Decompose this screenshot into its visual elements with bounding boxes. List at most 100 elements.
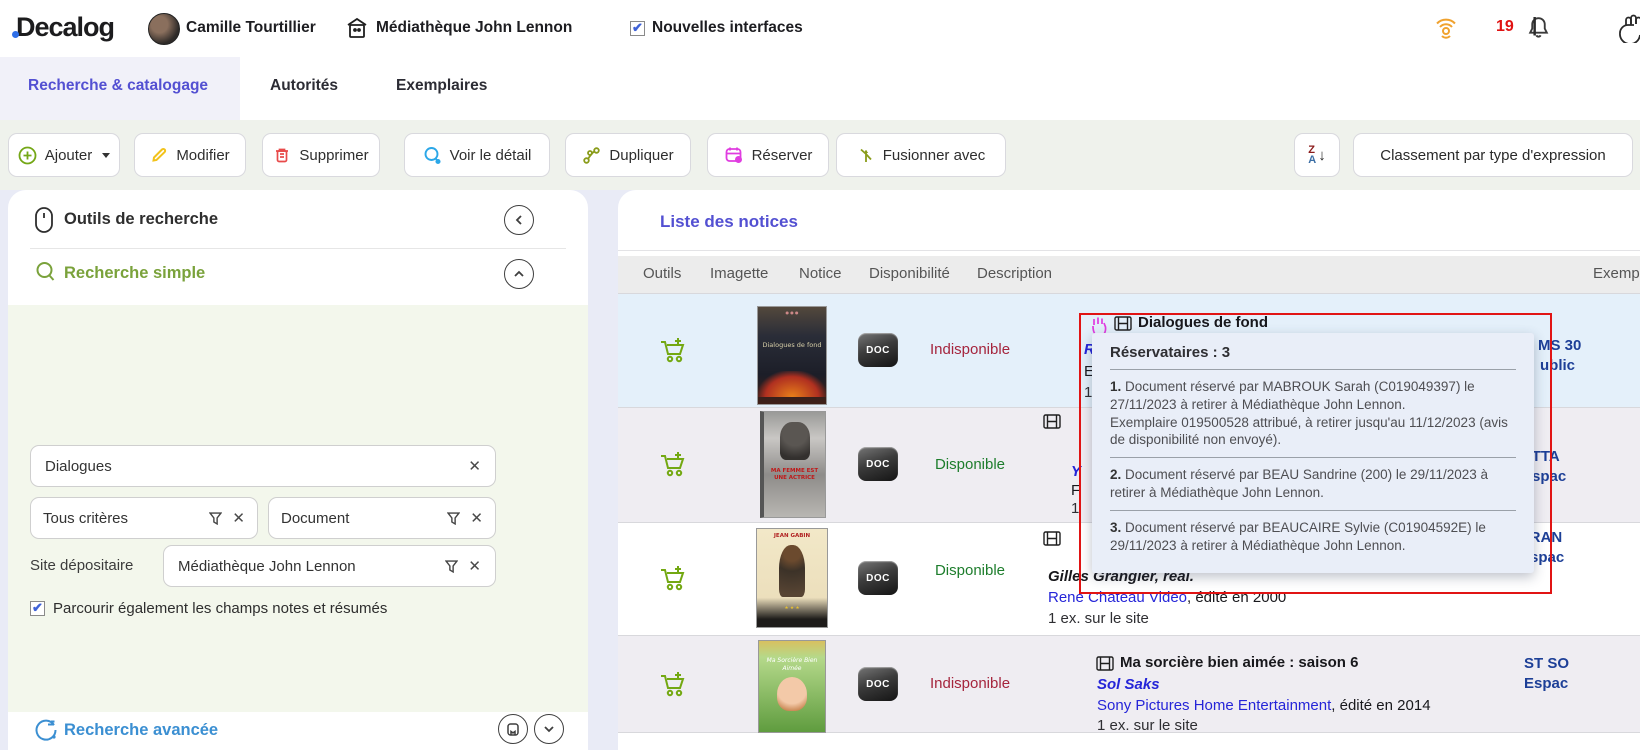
edit-label: Modifier <box>176 147 229 164</box>
avatar[interactable] <box>148 13 180 45</box>
save-search-button[interactable] <box>498 714 528 744</box>
entry-text: Document réservé par BEAUCAIRE Sylvie (C… <box>1110 520 1486 553</box>
reserve-button[interactable]: Réserver <box>707 133 829 177</box>
entry-number: 2. <box>1110 467 1121 482</box>
doc-type-badge: DOC <box>858 667 898 701</box>
decalog-logo[interactable]: Decalog <box>16 12 114 43</box>
film-icon <box>1043 531 1061 546</box>
film-icon <box>1096 656 1114 671</box>
record-title: Ma sorcière bien aimée : saison 6 <box>1120 654 1358 671</box>
cover-thumbnail[interactable]: Ma Sorcière Bien Aimée <box>758 640 826 733</box>
library-building-icon <box>344 15 370 41</box>
clear-doc-type-icon[interactable]: ✕ <box>470 509 483 527</box>
advanced-search-title[interactable]: Recherche avancée <box>64 721 218 740</box>
tab-autorites[interactable]: Autorités <box>270 77 338 95</box>
cover-thumbnail[interactable]: ● ● ● Dialogues de fond <box>757 306 827 405</box>
add-to-basket-icon[interactable] <box>658 670 688 698</box>
availability-status: Indisponible <box>905 341 1035 358</box>
record-publisher-line: Rene Chateau Video, édité en 2000 <box>1048 589 1286 606</box>
bookmark-icon <box>507 723 519 736</box>
merge-icon <box>857 146 875 165</box>
reservations-tooltip: Réservataires : 3 1. Document réservé pa… <box>1092 333 1534 573</box>
add-label: Ajouter <box>45 147 93 164</box>
table-header: Outils Imagette Notice Disponibilité Des… <box>618 256 1640 293</box>
divider <box>618 250 1640 251</box>
expand-advanced-search-button[interactable] <box>534 714 564 744</box>
hand-icon[interactable] <box>1614 13 1640 43</box>
cover-title-text: Dialogues de fond <box>758 341 826 349</box>
column-record: Notice <box>799 265 842 282</box>
filter-funnel-icon[interactable] <box>209 512 222 525</box>
add-to-basket-icon[interactable] <box>658 450 688 478</box>
edit-button[interactable]: Modifier <box>134 133 246 177</box>
filter-funnel-icon[interactable] <box>447 512 460 525</box>
cover-thumbnail[interactable]: MA FEMME EST UNE ACTRICE <box>760 411 826 518</box>
collapse-panel-button[interactable] <box>504 205 534 235</box>
film-icon <box>1114 316 1132 331</box>
copies-location-line2: Espac <box>1524 675 1568 692</box>
reservation-entry: 3. Document réservé par BEAUCAIRE Sylvie… <box>1110 510 1516 563</box>
reservation-entry: 1. Document réservé par MABROUK Sarah (C… <box>1110 369 1516 457</box>
entry-text2: Exemplaire 019500528 attribué, à retirer… <box>1110 414 1516 450</box>
copies-location-line1: ST SO <box>1524 655 1569 672</box>
clear-criteria-icon[interactable]: ✕ <box>232 509 245 527</box>
delete-button[interactable]: Supprimer <box>262 133 380 177</box>
filter-funnel-icon[interactable] <box>445 560 458 573</box>
simple-search-icon <box>34 260 58 284</box>
sort-za-icon: ZA <box>1308 145 1316 165</box>
new-interfaces-label: Nouvelles interfaces <box>652 19 803 37</box>
view-detail-button[interactable]: Voir le détail <box>404 133 550 177</box>
record-copies: 1 ex. sur le site <box>1048 610 1149 627</box>
add-to-basket-icon[interactable] <box>658 564 688 592</box>
sort-direction-button[interactable]: ZA ↓ <box>1294 133 1340 177</box>
pencil-icon <box>150 146 168 164</box>
notification-count: 19 <box>1496 18 1514 36</box>
doc-type-value: Document <box>281 510 447 527</box>
doc-type-select[interactable]: Document ✕ <box>268 497 496 539</box>
cover-title-text: Ma Sorcière Bien Aimée <box>759 657 825 673</box>
notices-title: Liste des notices <box>660 212 798 232</box>
record-publisher-link[interactable]: F <box>1071 482 1080 499</box>
record-copies: 1 ex. sur le site <box>1097 717 1198 734</box>
search-tools-panel: Outils de recherche Recherche simple Dia… <box>8 190 588 750</box>
record-publisher-link[interactable]: Rene Chateau Video <box>1048 589 1187 606</box>
tab-exemplaires[interactable]: Exemplaires <box>396 77 487 95</box>
record-toolbar: Ajouter Modifier Supprimer Voir le détai… <box>0 120 1640 190</box>
bell-icon[interactable] <box>1526 15 1551 40</box>
trash-icon <box>273 146 291 164</box>
tab-bar: Recherche & catalogage Autorités Exempla… <box>0 57 1640 120</box>
record-publisher-link[interactable]: Sony Pictures Home Entertainment <box>1097 697 1331 714</box>
clear-site-icon[interactable]: ✕ <box>468 557 481 575</box>
collapse-simple-search-button[interactable] <box>504 259 534 289</box>
column-availability: Disponibilité <box>869 265 950 282</box>
sort-order-select[interactable]: Classement par type d'expression <box>1353 133 1633 177</box>
new-interfaces-checkbox[interactable]: ✔ <box>630 21 645 36</box>
notes-checkbox[interactable]: ✔ <box>30 601 45 616</box>
chevron-up-icon <box>514 269 524 279</box>
site-select[interactable]: Médiathèque John Lennon ✕ <box>163 545 496 587</box>
merge-button[interactable]: Fusionner avec <box>836 133 1006 177</box>
reserve-icon <box>724 145 744 165</box>
broadcast-icon[interactable] <box>1432 14 1460 42</box>
cover-thumbnail[interactable]: JEAN GABIN ★ ★ ★ <box>756 528 828 628</box>
plus-circle-icon <box>18 146 37 165</box>
add-to-basket-icon[interactable] <box>658 336 688 364</box>
magnifier-blue-icon <box>423 146 442 165</box>
library-name[interactable]: Médiathèque John Lennon <box>376 19 572 37</box>
record-author-link[interactable]: Sol Saks <box>1097 676 1160 693</box>
clear-search-icon[interactable]: ✕ <box>468 457 481 475</box>
record-author-link[interactable]: Y <box>1071 463 1081 480</box>
entry-text: Document réservé par BEAU Sandrine (200)… <box>1110 467 1488 500</box>
search-tools-title: Outils de recherche <box>64 210 218 229</box>
search-input[interactable]: Dialogues ✕ <box>30 445 496 487</box>
tab-recherche-catalogage[interactable]: Recherche & catalogage <box>28 77 208 95</box>
user-name[interactable]: Camille Tourtillier <box>186 19 316 37</box>
record-copies: 1 <box>1071 500 1079 517</box>
criteria-select[interactable]: Tous critères ✕ <box>30 497 258 539</box>
record-title: Dialogues de fond <box>1138 314 1268 331</box>
record-publisher-line: Sony Pictures Home Entertainment, édité … <box>1097 697 1431 714</box>
duplicate-button[interactable]: Dupliquer <box>565 133 691 177</box>
add-button[interactable]: Ajouter <box>8 133 120 177</box>
doc-type-badge: DOC <box>858 561 898 595</box>
arrow-down-icon: ↓ <box>1318 147 1326 164</box>
